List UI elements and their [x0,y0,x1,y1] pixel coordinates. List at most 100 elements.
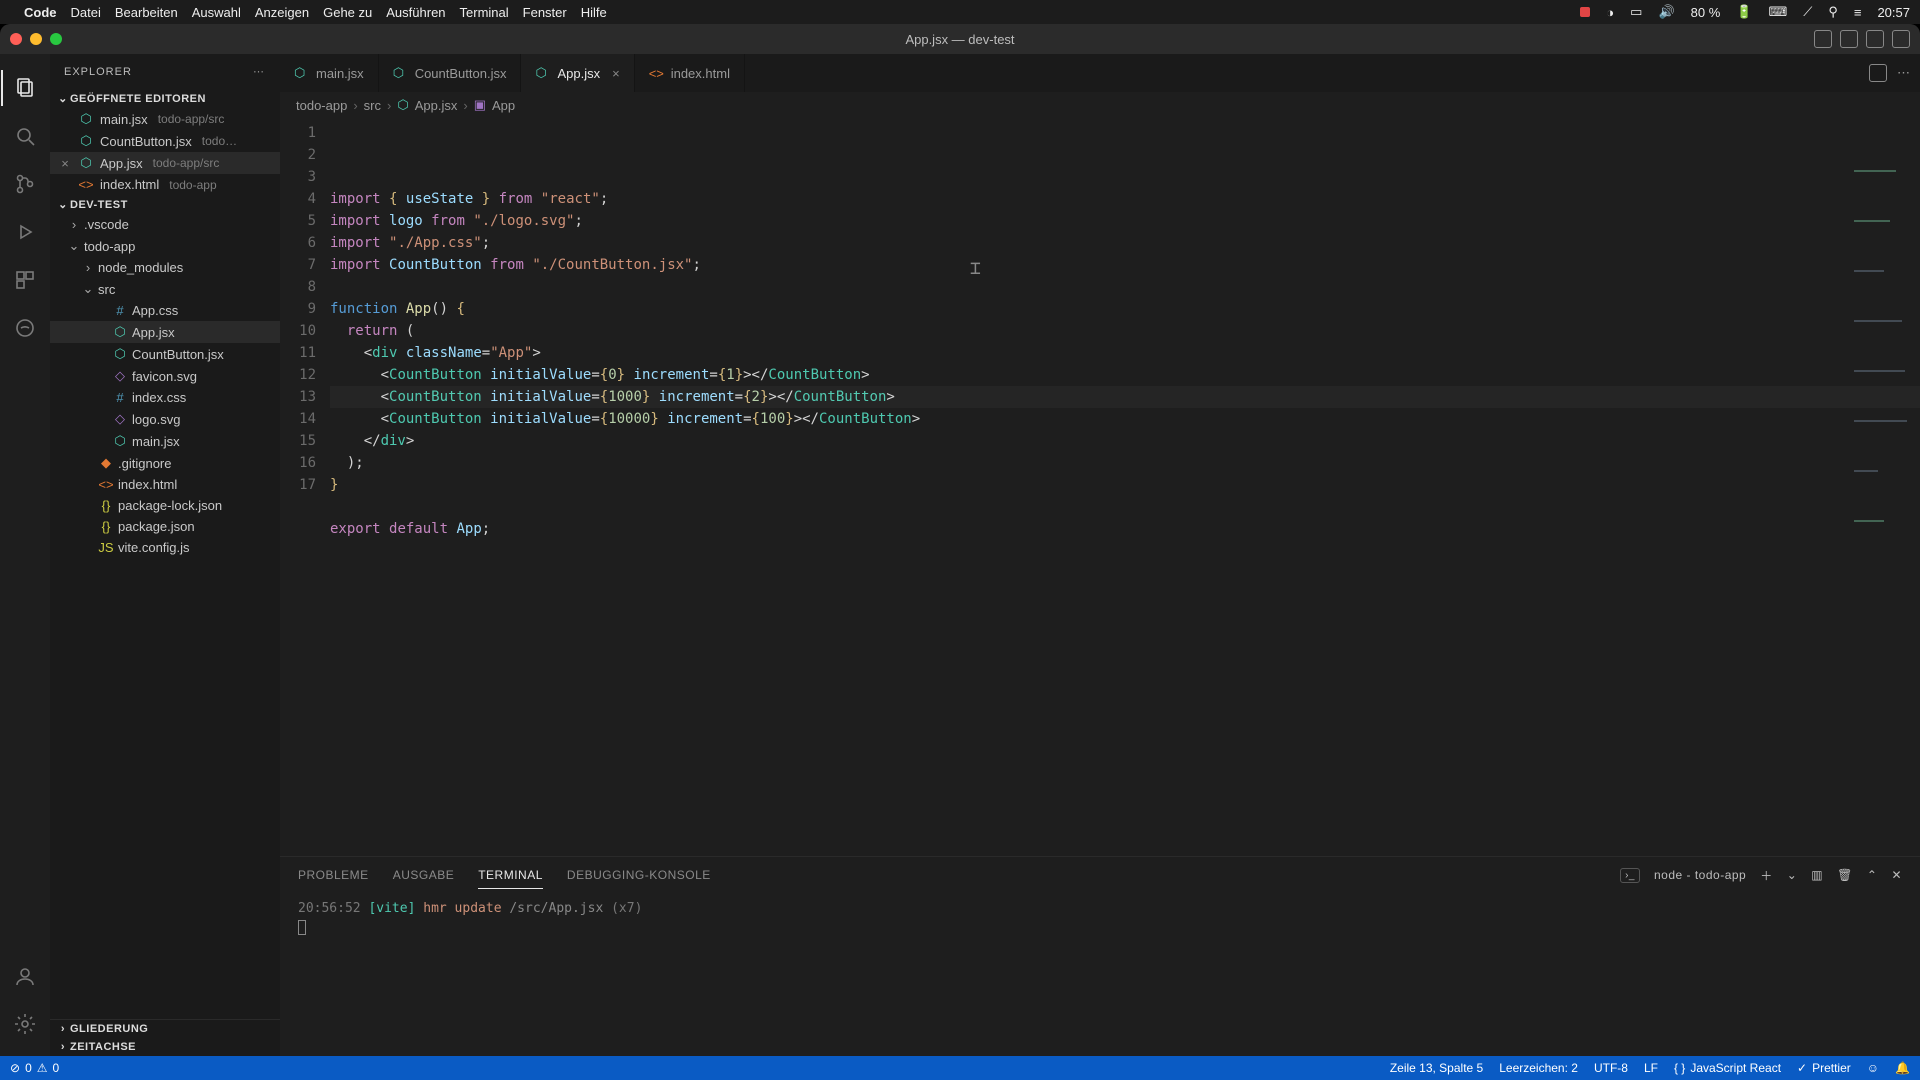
sidebar-more-icon[interactable]: ⋯ [253,65,266,78]
code-line[interactable]: import "./App.css"; [330,232,1920,254]
code-line[interactable]: export default App; [330,518,1920,540]
breadcrumb[interactable]: todo-app› src› ⬡ App.jsx› ▣ App [280,92,1920,118]
status-formatter[interactable]: Prettier [1797,1061,1851,1075]
status-bell-icon[interactable]: 🔔 [1895,1061,1910,1075]
crumb[interactable]: App.jsx [415,98,458,113]
code-line[interactable]: import logo from "./logo.svg"; [330,210,1920,232]
code-line[interactable]: return ( [330,320,1920,342]
code-line[interactable]: <CountButton initialValue={0} increment=… [330,364,1920,386]
tree-file[interactable]: # App.css [50,300,280,321]
activity-extensions[interactable] [1,256,49,304]
activity-search[interactable] [1,112,49,160]
tree-file[interactable]: ◆ .gitignore [50,452,280,474]
titlebar[interactable]: App.jsx — dev-test [0,24,1920,54]
volume-icon[interactable]: 🔊 [1658,4,1674,20]
record-indicator-icon[interactable] [1580,5,1590,20]
menu-gehe-zu[interactable]: Gehe zu [323,5,372,20]
status-encoding[interactable]: UTF-8 [1594,1061,1628,1075]
terminal-split-icon[interactable]: ▥ [1811,868,1823,882]
code-line[interactable]: ); [330,452,1920,474]
terminal-kill-icon[interactable]: 🗑 [1837,868,1853,882]
editor-tab[interactable]: <> index.html [635,54,745,92]
control-center-icon[interactable]: ≡ [1854,5,1862,20]
editor-tab[interactable]: ⬡ App.jsx × [521,54,634,92]
open-editor-item[interactable]: × <> index.html todo-app [50,174,280,195]
menu-datei[interactable]: Datei [71,5,101,20]
code-line[interactable] [330,540,1920,562]
tree-file[interactable]: # index.css [50,387,280,408]
tree-file[interactable]: ⬡ CountButton.jsx [50,343,280,365]
crumb[interactable]: App [492,98,515,113]
status-position[interactable]: Zeile 13, Spalte 5 [1390,1061,1483,1075]
project-header[interactable]: ⌄ DEV-TEST [50,195,280,214]
tree-file[interactable]: ⬡ main.jsx [50,430,280,452]
open-editor-item[interactable]: × ⬡ App.jsx todo-app/src [50,152,280,174]
tree-folder[interactable]: › .vscode [50,214,280,235]
close-icon[interactable]: × [612,66,620,81]
tab-more-icon[interactable]: ⋯ [1897,65,1910,81]
battery-icon[interactable]: 🔋 [1736,4,1752,20]
layout-grid-icon[interactable] [1892,30,1910,48]
code-line[interactable]: </div> [330,430,1920,452]
panel-close-icon[interactable]: ✕ [1891,868,1902,882]
crumb[interactable]: src [364,98,381,113]
activity-account[interactable] [1,952,49,1000]
code-line[interactable]: function App() { [330,298,1920,320]
minimap[interactable] [1854,124,1914,154]
close-icon[interactable]: × [58,156,72,171]
tray-icon[interactable]: ◑ [1606,5,1614,20]
panel-tab-probleme[interactable]: PROBLEME [298,862,369,888]
menu-fenster[interactable]: Fenster [523,5,567,20]
status-indent[interactable]: Leerzeichen: 2 [1499,1061,1578,1075]
code-area[interactable]: import { useState } from "react";import … [330,118,1920,856]
tree-file[interactable]: {} package-lock.json [50,495,280,516]
activity-debug[interactable] [1,208,49,256]
outline-header[interactable]: › GLIEDERUNG [50,1020,280,1038]
terminal-dropdown-icon[interactable]: ⌄ [1787,868,1798,882]
tree-folder[interactable]: › node_modules [50,257,280,278]
terminal[interactable]: 20:56:52 [vite] hmr update /src/App.jsx … [280,893,1920,1056]
spotlight-icon[interactable]: ⚲ [1828,4,1838,20]
status-eol[interactable]: LF [1644,1061,1658,1075]
code-editor[interactable]: 1234567891011121314151617 import { useSt… [280,118,1920,856]
layout-bottom-icon[interactable] [1840,30,1858,48]
editor-tab[interactable]: ⬡ main.jsx [280,54,379,92]
panel-maximize-icon[interactable]: ⌃ [1867,868,1878,882]
panel-tab-terminal[interactable]: TERMINAL [478,862,543,889]
open-editor-item[interactable]: × ⬡ main.jsx todo-app/src [50,108,280,130]
code-line[interactable] [330,496,1920,518]
tree-file[interactable]: JS vite.config.js [50,537,280,558]
display-icon[interactable]: ▭ [1630,4,1642,20]
tree-file[interactable]: {} package.json [50,516,280,537]
timeline-header[interactable]: › ZEITACHSE [50,1038,280,1056]
tree-folder[interactable]: ⌄ todo-app [50,235,280,257]
open-editor-item[interactable]: × ⬡ CountButton.jsx todo… [50,130,280,152]
editor-tab[interactable]: ⬡ CountButton.jsx [379,54,522,92]
activity-explorer[interactable] [1,64,49,112]
menu-hilfe[interactable]: Hilfe [581,5,607,20]
terminal-proc-label[interactable]: node - todo-app [1654,868,1746,882]
activity-remote[interactable] [1,304,49,352]
code-line[interactable]: import { useState } from "react"; [330,188,1920,210]
split-editor-icon[interactable] [1869,64,1887,82]
tree-file[interactable]: ◇ logo.svg [50,408,280,430]
menu-anzeigen[interactable]: Anzeigen [255,5,309,20]
status-feedback-icon[interactable]: ☺ [1867,1061,1879,1075]
code-line[interactable]: } [330,474,1920,496]
menu-ausfuehren[interactable]: Ausführen [386,5,445,20]
status-errors[interactable]: ⊘ 0 ⚠ 0 [10,1061,59,1075]
code-line[interactable]: import CountButton from "./CountButton.j… [330,254,1920,276]
code-line[interactable]: <div className="App"> [330,342,1920,364]
panel-tab-debug-console[interactable]: DEBUGGING-KONSOLE [567,862,711,888]
tree-file[interactable]: <> index.html [50,474,280,495]
tree-file[interactable]: ⬡ App.jsx [50,321,280,343]
menu-bearbeiten[interactable]: Bearbeiten [115,5,178,20]
code-line[interactable]: <CountButton initialValue={10000} increm… [330,408,1920,430]
app-name[interactable]: Code [24,5,57,20]
layout-left-icon[interactable] [1814,30,1832,48]
mac-menu-bar[interactable]: Code Datei Bearbeiten Auswahl Anzeigen G… [0,0,1920,24]
open-editors-header[interactable]: ⌄ GEÖFFNETE EDITOREN [50,89,280,108]
tree-file[interactable]: ◇ favicon.svg [50,365,280,387]
battery-text[interactable]: 80 % [1691,5,1721,20]
layout-right-icon[interactable] [1866,30,1884,48]
